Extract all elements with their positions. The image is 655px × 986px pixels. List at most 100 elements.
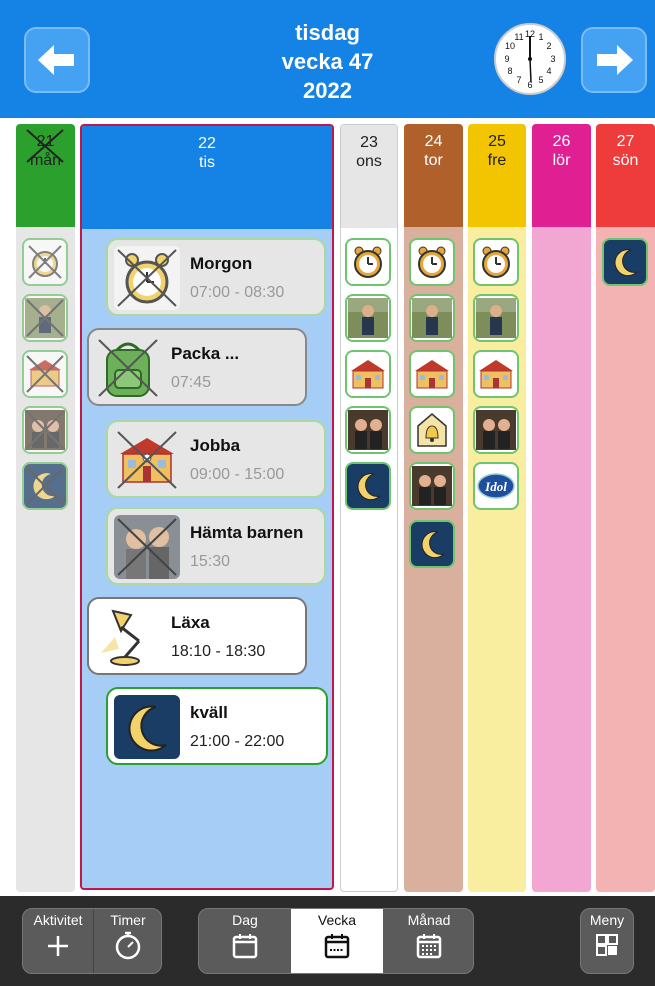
week-view-label: Vecka — [317, 912, 357, 928]
year-label: 2022 — [303, 78, 352, 103]
school-building-icon — [415, 360, 449, 389]
day-header-tue[interactable]: 22 tis — [82, 126, 332, 229]
day-header-fri[interactable]: 25 fre — [468, 124, 526, 227]
day-header-wed[interactable]: 23 ons — [341, 125, 397, 228]
arrow-right-icon — [597, 45, 633, 75]
calendar-day-icon — [232, 934, 258, 959]
event-thumb[interactable] — [409, 238, 455, 286]
menu-button[interactable]: Meny — [580, 908, 634, 974]
day-view-tab[interactable]: Dag — [199, 909, 291, 973]
school-building-icon — [351, 360, 385, 389]
idol-logo: Idol — [477, 473, 515, 499]
event-thumb[interactable] — [409, 294, 455, 342]
clock-num-2: 2 — [546, 41, 551, 51]
activity-title: Läxa — [171, 613, 210, 632]
week-view: 21 mån 22 tis 23 ons 24 tor 25 fre 26 lö… — [0, 118, 655, 896]
event-thumb[interactable] — [473, 238, 519, 286]
activity-time: 09:00 - 15:00 — [190, 466, 285, 483]
clock-num-7: 7 — [516, 75, 521, 85]
person-photo — [476, 298, 516, 338]
activity-title: Morgon — [190, 254, 253, 273]
event-thumb[interactable] — [409, 406, 455, 454]
day-header-sat[interactable]: 26 lör — [532, 124, 591, 227]
activity-card[interactable]: Hämta barnen 15:30 — [106, 507, 326, 585]
day-column-sat[interactable]: 26 lör — [532, 124, 591, 892]
backpack-icon — [98, 339, 158, 397]
clock-num-8: 8 — [507, 66, 512, 76]
clock-num-11: 11 — [514, 32, 523, 42]
activity-image — [114, 428, 180, 492]
plus-icon — [48, 936, 68, 956]
school-building-icon — [117, 431, 177, 489]
event-thumb[interactable] — [22, 294, 68, 342]
activity-time: 18:10 - 18:30 — [171, 643, 266, 660]
alarm-clock-icon — [28, 245, 62, 279]
event-thumb[interactable]: Idol — [473, 462, 519, 510]
menu-button-inner[interactable]: Meny — [581, 909, 633, 973]
clock-num-10: 10 — [505, 41, 515, 51]
day-name: tor — [424, 152, 443, 169]
day-name: sön — [612, 152, 639, 169]
person-photo — [412, 298, 452, 338]
activity-title: Packa ... — [171, 344, 240, 363]
event-thumb[interactable] — [345, 238, 391, 286]
activity-card[interactable]: Jobba 09:00 - 15:00 — [106, 420, 326, 498]
children-photo — [412, 466, 452, 506]
event-thumb[interactable] — [602, 238, 648, 286]
timer-button[interactable]: Timer — [94, 909, 162, 973]
event-thumb[interactable] — [409, 520, 455, 568]
stopwatch-icon — [115, 931, 141, 960]
children-photo — [25, 410, 65, 450]
event-thumb[interactable] — [345, 406, 391, 454]
event-thumb[interactable] — [473, 406, 519, 454]
clock-num-3: 3 — [550, 54, 555, 64]
activity-image — [95, 336, 161, 400]
clock-num-1: 1 — [538, 32, 543, 42]
day-header-thu[interactable]: 24 tor — [404, 124, 463, 227]
day-header-mon[interactable]: 21 mån — [16, 124, 75, 227]
event-thumb[interactable] — [345, 294, 391, 342]
activity-title: Jobba — [190, 436, 241, 455]
activity-card[interactable]: Morgon 07:00 - 08:30 — [106, 238, 326, 316]
children-photo — [348, 410, 388, 450]
event-thumb[interactable] — [22, 462, 68, 510]
activity-card[interactable]: Packa ... 07:45 — [87, 328, 307, 406]
event-thumb[interactable] — [22, 406, 68, 454]
week-view-tab[interactable]: Vecka — [291, 909, 383, 973]
clock-num-6: 6 — [527, 80, 532, 90]
add-activity-label: Aktivitet — [33, 912, 83, 928]
event-thumb[interactable] — [22, 238, 68, 286]
month-view-tab[interactable]: Månad — [383, 909, 473, 973]
event-thumb[interactable] — [473, 294, 519, 342]
alarm-clock-icon — [482, 246, 510, 278]
day-view-label: Dag — [232, 912, 258, 928]
event-thumb[interactable] — [409, 350, 455, 398]
event-thumb[interactable] — [345, 350, 391, 398]
event-thumb[interactable] — [345, 462, 391, 510]
previous-day-button[interactable] — [24, 27, 90, 93]
alarm-clock-icon — [354, 246, 382, 278]
children-photo — [476, 410, 516, 450]
activity-time: 07:45 — [171, 374, 212, 391]
add-activity-button[interactable]: Aktivitet — [23, 909, 93, 973]
activity-card[interactable]: Läxa 18:10 - 18:30 — [87, 597, 307, 675]
next-day-button[interactable] — [581, 27, 647, 93]
activity-card[interactable]: kväll 21:00 - 22:00 — [106, 687, 328, 765]
bottom-toolbar: Aktivitet Timer Dag Vecka Månad Meny — [0, 896, 655, 986]
grid-menu-icon — [596, 934, 618, 956]
menu-label: Meny — [589, 912, 625, 928]
timer-label: Timer — [110, 912, 146, 928]
children-photo — [114, 515, 180, 579]
event-thumb[interactable] — [409, 462, 455, 510]
day-name: ons — [356, 153, 382, 170]
day-number: 27 — [616, 133, 635, 150]
analog-clock-icon: 12 1 2 3 4 5 6 7 8 9 10 11 — [494, 23, 566, 95]
desk-lamp-icon — [101, 609, 141, 666]
moon-icon — [357, 473, 381, 501]
clock-num-4: 4 — [546, 66, 551, 76]
event-thumb[interactable] — [473, 350, 519, 398]
day-number: 22 — [198, 135, 216, 152]
day-number: 23 — [360, 134, 378, 151]
event-thumb[interactable] — [22, 350, 68, 398]
day-header-sun[interactable]: 27 sön — [596, 124, 655, 227]
